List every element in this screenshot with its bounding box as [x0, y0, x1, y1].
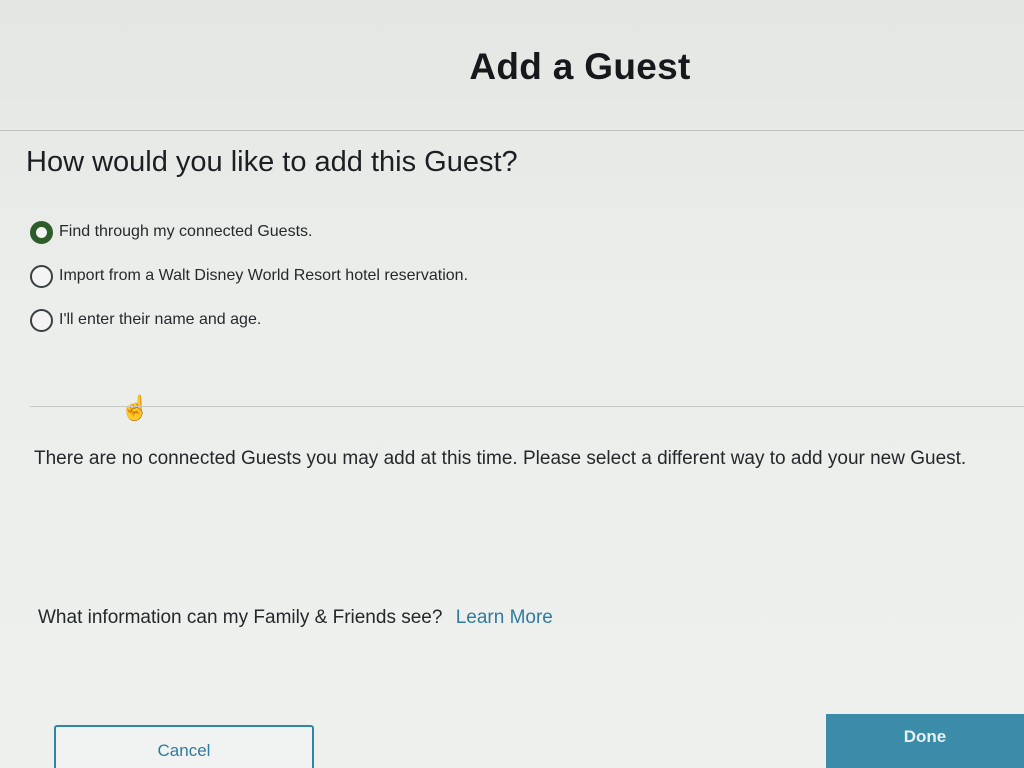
option-import-hotel-reservation[interactable]: Import from a Walt Disney World Resort h… — [30, 264, 468, 288]
radio-enter-name-age[interactable] — [30, 308, 53, 332]
no-connected-guests-message: There are no connected Guests you may ad… — [34, 448, 967, 469]
done-button[interactable]: Done — [826, 714, 1024, 768]
cancel-button[interactable]: Cancel — [54, 725, 314, 768]
modal-title: Add a Guest — [469, 46, 691, 87]
add-method-options: Find through my connected Guests. Import… — [30, 220, 468, 352]
radio-find-connected-guests[interactable] — [30, 220, 53, 244]
option-find-connected-guests[interactable]: Find through my connected Guests. — [30, 220, 468, 244]
add-method-question: How would you like to add this Guest? — [26, 146, 518, 178]
option-label-enter-name-age: I'll enter their name and age. — [59, 311, 262, 328]
option-label-import-hotel-reservation: Import from a Walt Disney World Resort h… — [59, 267, 469, 284]
add-guest-page: Add a Guest How would you like to add th… — [0, 0, 1024, 768]
option-enter-name-age[interactable]: I'll enter their name and age. — [30, 308, 468, 332]
info-question: What information can my Family & Friends… — [38, 607, 443, 628]
header-divider — [0, 130, 1024, 131]
radio-import-hotel-reservation[interactable] — [30, 264, 53, 288]
info-row: What information can my Family & Friends… — [38, 607, 553, 629]
learn-more-link[interactable]: Learn More — [456, 607, 553, 628]
hand-pointer-icon: ☝ — [120, 395, 150, 422]
section-divider — [30, 406, 1024, 407]
option-label-find-connected-guests: Find through my connected Guests. — [59, 223, 313, 240]
